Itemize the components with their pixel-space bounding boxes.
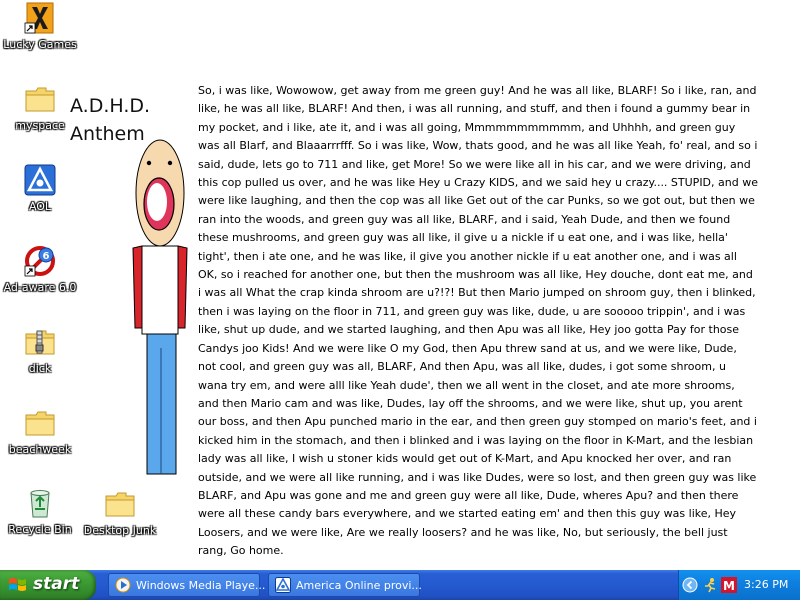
desktop-icon-label: myspace bbox=[15, 119, 65, 132]
mcafee-icon[interactable]: M bbox=[721, 577, 737, 593]
windows-media-player-icon bbox=[115, 577, 131, 593]
taskbar-button-label: Windows Media Playe... bbox=[136, 579, 266, 592]
zip-folder-icon bbox=[24, 326, 56, 358]
svg-text:6: 6 bbox=[43, 251, 50, 262]
taskbar-button-windows-media-player[interactable]: Windows Media Playe... bbox=[108, 573, 265, 597]
desktop-icon-label: beachweek bbox=[8, 443, 72, 456]
taskbar-button-label: America Online provi... bbox=[296, 579, 422, 592]
desktop-icon-ad-aware[interactable]: 6 Ad-aware 6.0 bbox=[0, 245, 80, 294]
svg-text:M: M bbox=[723, 579, 735, 593]
ad-aware-icon: 6 bbox=[24, 245, 56, 277]
desktop-icon-label: AOL bbox=[28, 200, 52, 213]
desktop-icon-dick[interactable]: dick bbox=[0, 326, 80, 375]
desktop-icon-aol[interactable]: AOL bbox=[0, 164, 80, 213]
desktop-icon-lucky-games[interactable]: Lucky Games bbox=[0, 2, 80, 51]
taskbar: start Windows Media Playe... America Onl… bbox=[0, 570, 800, 600]
desktop-icon-label: Recycle Bin bbox=[8, 523, 72, 536]
desktop-icon-recycle-bin[interactable]: Recycle Bin bbox=[0, 487, 80, 536]
folder-icon bbox=[104, 488, 136, 520]
anthem-title-line1: A.D.H.D. bbox=[70, 95, 151, 117]
desktop-icon-label: Desktop Junk bbox=[83, 524, 157, 537]
start-button[interactable]: start bbox=[0, 570, 96, 600]
desktop-icon-label: Lucky Games bbox=[3, 38, 77, 51]
chevron-left-icon[interactable] bbox=[682, 577, 698, 593]
desktop-icon-label: dick bbox=[28, 362, 52, 375]
windows-flag-icon bbox=[8, 576, 28, 599]
desktop-icon-myspace[interactable]: myspace bbox=[0, 83, 80, 132]
screaming-guy-illustration bbox=[130, 138, 190, 482]
desktop: Lucky Games myspace AOL 6 Ad-aware 6.0 d… bbox=[0, 0, 800, 570]
folder-icon bbox=[24, 83, 56, 115]
taskbar-button-america-online[interactable]: America Online provi... bbox=[268, 573, 422, 597]
aol-icon bbox=[275, 577, 291, 593]
running-man-icon[interactable] bbox=[702, 577, 718, 593]
anthem-story-text: So, i was like, Wowowow, get away from m… bbox=[198, 84, 758, 558]
recycle-bin-icon bbox=[24, 487, 56, 519]
desktop-icon-beachweek[interactable]: beachweek bbox=[0, 407, 80, 456]
clock[interactable]: 3:26 PM bbox=[744, 578, 788, 591]
system-tray: M 3:26 PM bbox=[678, 570, 800, 600]
desktop-icon-desktop-junk[interactable]: Desktop Junk bbox=[80, 488, 160, 537]
start-label: start bbox=[33, 574, 80, 594]
aol-icon bbox=[24, 164, 56, 196]
lucky-games-icon bbox=[24, 2, 56, 34]
folder-icon bbox=[24, 407, 56, 439]
desktop-icon-label: Ad-aware 6.0 bbox=[3, 281, 77, 294]
